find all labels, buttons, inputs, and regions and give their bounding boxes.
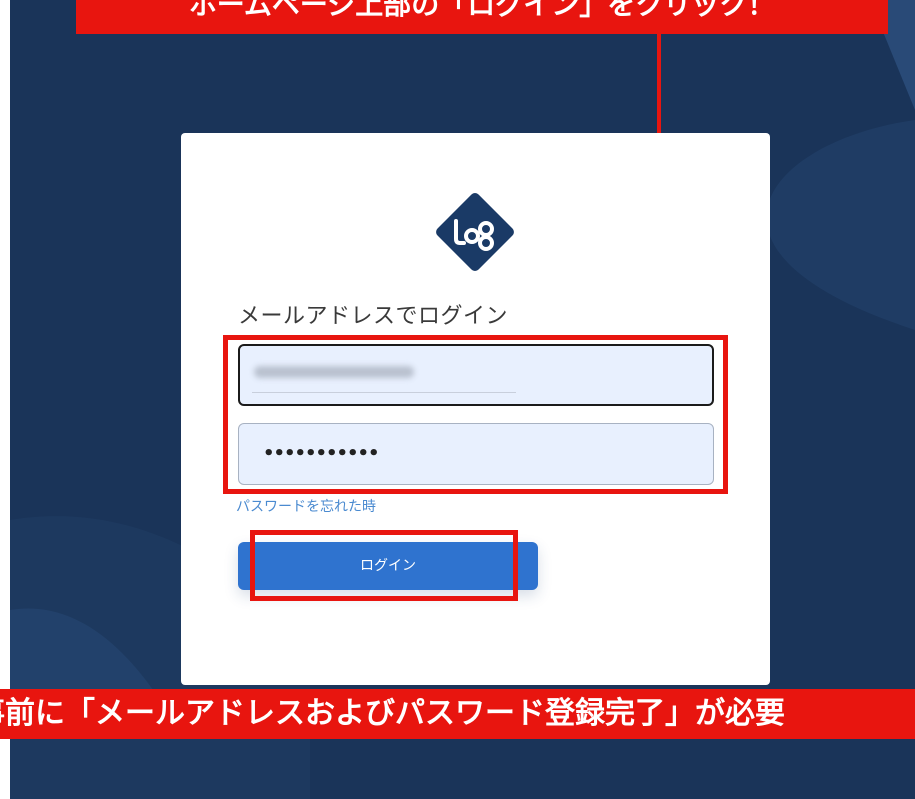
bottom-annotation-banner: 事前に「メールアドレスおよびパスワード登録完了」が必要 <box>0 689 915 739</box>
button-highlight-box <box>250 530 518 601</box>
forgot-password-link[interactable]: パスワードを忘れた時 <box>236 496 376 516</box>
page: ホームページ上部の「ログイン」をクリック！ メールアドレスでログイン •••••… <box>0 0 915 799</box>
login-heading: メールアドレスでログイン <box>238 304 509 329</box>
bottom-annotation-text: 事前に「メールアドレスおよびパスワード登録完了」が必要 <box>0 696 785 731</box>
inputs-highlight-box <box>223 335 728 494</box>
log-logo-icon <box>436 193 514 271</box>
top-annotation-banner: ホームページ上部の「ログイン」をクリック！ <box>76 0 888 34</box>
top-annotation-text: ホームページ上部の「ログイン」をクリック！ <box>188 0 776 21</box>
